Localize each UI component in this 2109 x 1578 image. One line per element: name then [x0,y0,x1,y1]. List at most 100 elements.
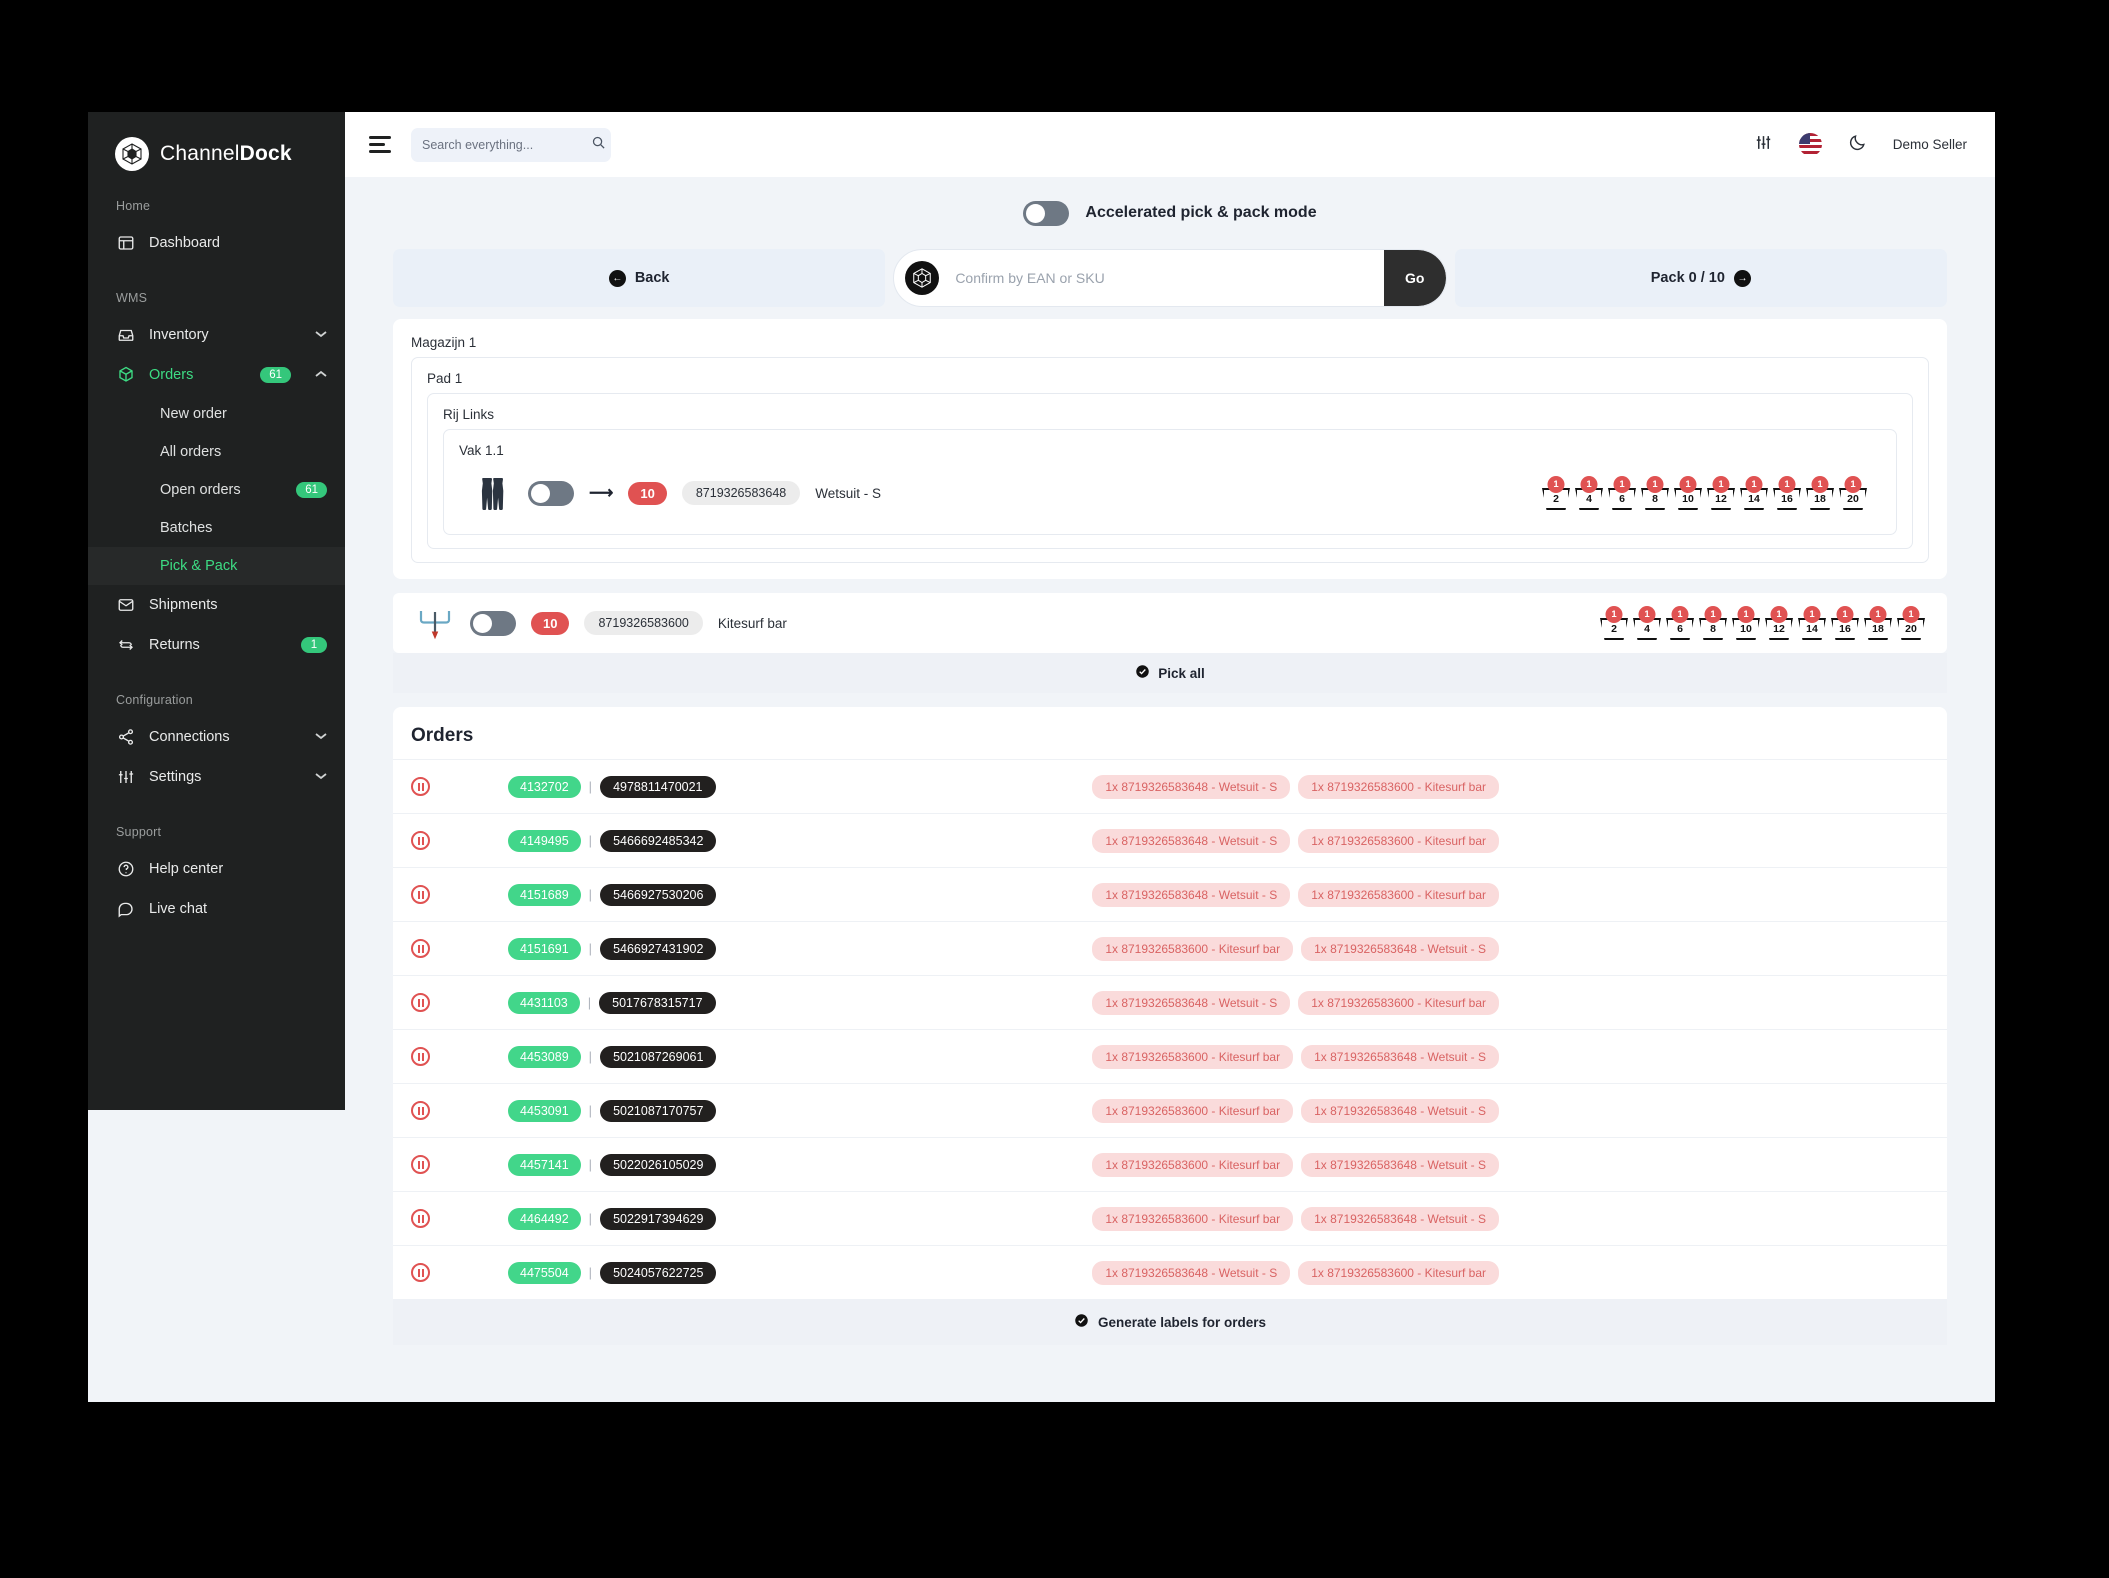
order-id-pill[interactable]: 4453089 [508,1046,581,1068]
basket-slot[interactable]: 112 [1765,606,1793,640]
table-row[interactable]: 4431103|50176783157171x 8719326583648 - … [393,975,1947,1029]
basket-slot[interactable]: 12 [1542,476,1570,510]
user-menu[interactable]: Demo Seller [1893,137,1967,152]
basket-slot[interactable]: 18 [1699,606,1727,640]
sidebar-item-shipments[interactable]: Shipments [88,585,345,625]
order-reference-pill[interactable]: 5466927431902 [600,938,716,960]
basket-slot[interactable]: 16 [1608,476,1636,510]
sidebar-item-orders[interactable]: Orders 61 [88,355,345,395]
chevron-down-icon[interactable] [315,330,327,341]
order-id-pill[interactable]: 4475504 [508,1262,581,1284]
table-row[interactable]: 4151689|54669275302061x 8719326583648 - … [393,867,1947,921]
order-id-pill[interactable]: 4431103 [508,992,580,1014]
basket-slot[interactable]: 120 [1839,476,1867,510]
order-reference-pill[interactable]: 5466927530206 [600,884,716,906]
confirm-scan-field[interactable]: Go [893,249,1446,307]
order-reference-pill[interactable]: 5017678315717 [599,992,715,1014]
us-flag-icon[interactable] [1799,133,1822,156]
pause-circle-icon[interactable] [411,1209,430,1228]
basket-slot[interactable]: 112 [1707,476,1735,510]
table-row[interactable]: 4475504|50240576227251x 8719326583648 - … [393,1245,1947,1299]
pack-button[interactable]: Pack 0 / 10 → [1455,249,1947,307]
basket-slot[interactable]: 116 [1831,606,1859,640]
sliders-icon[interactable] [1754,133,1773,157]
order-id-pill[interactable]: 4464492 [508,1208,581,1230]
pause-circle-icon[interactable] [411,939,430,958]
basket-slot[interactable]: 120 [1897,606,1925,640]
pause-circle-icon[interactable] [411,1155,430,1174]
order-id-pill[interactable]: 4151689 [508,884,581,906]
basket-slot[interactable]: 18 [1641,476,1669,510]
basket-slot[interactable]: 14 [1575,476,1603,510]
order-id-pill[interactable]: 4457141 [508,1154,581,1176]
pause-circle-icon[interactable] [411,1263,430,1282]
basket-slot[interactable]: 14 [1633,606,1661,640]
pause-circle-icon[interactable] [411,1047,430,1066]
search-input[interactable] [422,138,583,152]
basket-slot[interactable]: 16 [1666,606,1694,640]
sidebar-item-dashboard[interactable]: Dashboard [88,223,345,263]
order-reference-pill[interactable]: 5021087269061 [600,1046,716,1068]
generate-labels-button[interactable]: Generate labels for orders [393,1299,1947,1345]
pause-circle-icon[interactable] [411,831,430,850]
hamburger-menu-icon[interactable] [369,136,393,153]
pause-circle-icon[interactable] [411,777,430,796]
pause-circle-icon[interactable] [411,993,430,1012]
basket-slot[interactable]: 118 [1806,476,1834,510]
sidebar-item-live-chat[interactable]: Live chat [88,889,345,929]
order-id-pill[interactable]: 4453091 [508,1100,581,1122]
sidebar-item-connections[interactable]: Connections [88,717,345,757]
confirm-ean-input[interactable] [939,270,1383,286]
basket-slot[interactable]: 110 [1732,606,1760,640]
sidebar-item-settings[interactable]: Settings [88,757,345,797]
order-reference-pill[interactable]: 5022026105029 [600,1154,716,1176]
order-reference-pill[interactable]: 5024057622725 [600,1262,716,1284]
accelerated-mode-toggle[interactable] [1023,201,1069,226]
order-id-pill[interactable]: 4132702 [508,776,581,798]
basket-slot[interactable]: 114 [1740,476,1768,510]
sidebar-item-all-orders[interactable]: All orders [88,433,345,471]
search-icon[interactable] [591,135,606,155]
sidebar-item-inventory[interactable]: Inventory [88,315,345,355]
table-row[interactable]: 4457141|50220261050291x 8719326583600 - … [393,1137,1947,1191]
basket-slot[interactable]: 116 [1773,476,1801,510]
go-button[interactable]: Go [1384,250,1446,306]
order-reference-pill[interactable]: 5022917394629 [600,1208,716,1230]
sidebar-item-batches[interactable]: Batches [88,509,345,547]
table-row[interactable]: 4453091|50210871707571x 8719326583600 - … [393,1083,1947,1137]
pause-circle-icon[interactable] [411,1101,430,1120]
order-reference-pill[interactable]: 4978811470021 [600,776,715,798]
search-box[interactable] [411,128,611,162]
table-row[interactable]: 4464492|50229173946291x 8719326583600 - … [393,1191,1947,1245]
sidebar-item-help-center[interactable]: Help center [88,849,345,889]
sidebar-item-pick-and-pack[interactable]: Pick & Pack [88,547,345,585]
chevron-up-icon[interactable] [315,370,327,381]
product-quantity-badge: 10 [628,482,666,505]
chevron-down-icon[interactable] [315,772,327,783]
order-product-pill: 1x 8719326583648 - Wetsuit - S [1301,937,1499,961]
sidebar-item-returns[interactable]: Returns 1 [88,625,345,665]
product-pick-toggle[interactable] [470,611,516,636]
pause-circle-icon[interactable] [411,885,430,904]
brand-logo-area[interactable]: ChannelDock [88,112,345,171]
table-row[interactable]: 4149495|54666924853421x 8719326583648 - … [393,813,1947,867]
basket-slot[interactable]: 12 [1600,606,1628,640]
order-id-pill[interactable]: 4149495 [508,830,581,852]
moon-icon[interactable] [1848,133,1867,157]
table-row[interactable]: 4132702|49788114700211x 8719326583648 - … [393,759,1947,813]
order-reference-pill[interactable]: 5021087170757 [600,1100,716,1122]
basket-slot[interactable]: 110 [1674,476,1702,510]
table-row[interactable]: 4151691|54669274319021x 8719326583600 - … [393,921,1947,975]
pick-all-button[interactable]: Pick all [393,653,1947,693]
chevron-down-icon[interactable] [315,732,327,743]
sidebar-item-new-order[interactable]: New order [88,395,345,433]
order-id-pill[interactable]: 4151691 [508,938,581,960]
basket-slot[interactable]: 114 [1798,606,1826,640]
basket-slot[interactable]: 118 [1864,606,1892,640]
order-reference-pill[interactable]: 5466692485342 [600,830,716,852]
product-pick-toggle[interactable] [528,481,574,506]
back-button[interactable]: ← Back [393,249,885,307]
returns-badge: 1 [301,637,327,653]
sidebar-item-open-orders[interactable]: Open orders 61 [88,471,345,509]
table-row[interactable]: 4453089|50210872690611x 8719326583600 - … [393,1029,1947,1083]
